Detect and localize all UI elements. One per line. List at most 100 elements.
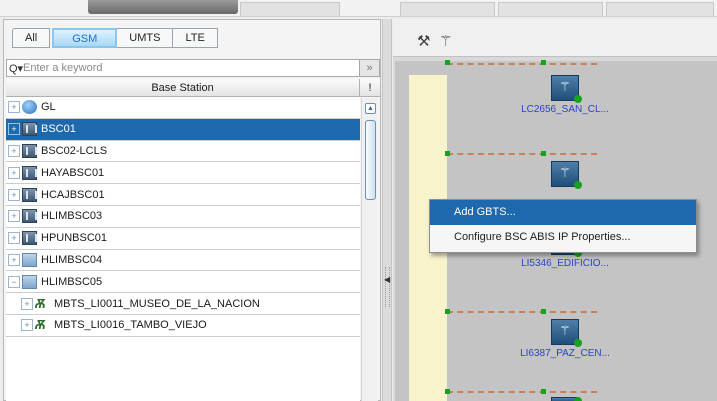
expand-toggle-icon[interactable]: + xyxy=(8,253,20,266)
tree-row-gl[interactable]: + GL xyxy=(6,97,360,119)
tree-row-hlimbsc04[interactable]: + HLIMBSC04 xyxy=(6,250,360,272)
tree-row-label: BSC02-LCLS xyxy=(41,144,108,157)
status-dot xyxy=(445,151,450,156)
base-station-tree: + GL + BSC01 + BSC02-LCLS + HAYABSC01 + … xyxy=(6,97,360,401)
antenna-person-icon[interactable]: ⚚ xyxy=(439,32,452,50)
tree-row-label: HLIMBSC05 xyxy=(41,275,103,288)
expand-toggle-icon[interactable]: + xyxy=(8,232,20,245)
tree-row-hcajbsc01[interactable]: + HCAJBSC01 xyxy=(6,184,360,206)
network-type-tabs: All GSM UMTS LTE xyxy=(12,28,218,48)
scrollbar-thumb[interactable] xyxy=(365,120,376,200)
bsc-icon xyxy=(22,209,37,224)
top-tab-active[interactable] xyxy=(88,0,238,14)
tree-row-label: HPUNBSC01 xyxy=(41,232,108,245)
site-node[interactable]: ⚚ xyxy=(500,161,630,190)
splitter-arrow-icon[interactable]: ◀ xyxy=(384,275,390,284)
link-line xyxy=(447,153,597,155)
mbts-icon: Ѫ xyxy=(35,295,46,311)
status-dot xyxy=(541,309,546,314)
expand-toggle-icon[interactable]: + xyxy=(8,101,20,114)
bsc-icon xyxy=(22,122,37,137)
status-dot xyxy=(445,309,450,314)
status-dot xyxy=(541,389,546,394)
link-line xyxy=(447,63,597,65)
tree-row-label: HCAJBSC01 xyxy=(41,188,105,201)
search-input[interactable] xyxy=(23,62,359,74)
bsc-icon xyxy=(22,187,37,202)
tree-row-label: BSC01 xyxy=(41,123,76,136)
expand-toggle-icon[interactable]: + xyxy=(8,210,20,223)
menu-item-add-gbts[interactable]: Add GBTS... xyxy=(430,200,696,225)
tree-row-label: MBTS_LI0016_TAMBO_VIEJO xyxy=(54,319,207,332)
tree-scrollbar[interactable]: ▲ xyxy=(361,98,378,401)
tree-row-label: MBTS_LI0011_MUSEO_DE_LA_NACION xyxy=(54,297,260,310)
bsc-icon xyxy=(22,231,37,246)
tree-row-bsc01[interactable]: + BSC01 xyxy=(6,118,360,141)
splitter-grip[interactable] xyxy=(385,267,390,307)
top-tab[interactable] xyxy=(400,2,495,16)
top-tab[interactable] xyxy=(498,2,603,16)
bsc-icon xyxy=(22,274,37,289)
tree-row-label: HAYABSC01 xyxy=(41,166,105,179)
panel-splitter[interactable]: ◀ xyxy=(382,19,392,401)
tree-row-hlimbsc05[interactable]: − HLIMBSC05 xyxy=(6,271,360,294)
tab-umts[interactable]: UMTS xyxy=(117,28,174,48)
top-tab[interactable] xyxy=(240,2,340,16)
mbts-icon: Ѫ xyxy=(35,317,46,333)
column-header-base-station[interactable]: Base Station xyxy=(6,79,360,96)
context-menu: Add GBTS... Configure BSC ABIS IP Proper… xyxy=(429,199,697,253)
site-node[interactable]: ⚚ LI6387_PAZ_CEN... xyxy=(500,319,630,359)
status-dot xyxy=(541,151,546,156)
expand-toggle-icon[interactable]: + xyxy=(8,123,20,136)
link-line xyxy=(447,311,597,313)
tab-all[interactable]: All xyxy=(12,28,51,48)
tab-lte[interactable]: LTE xyxy=(173,28,218,48)
search-box: Q▾ xyxy=(6,59,360,77)
base-station-icon[interactable]: ⚚ xyxy=(551,161,582,189)
tree-row-hlimbsc03[interactable]: + HLIMBSC03 xyxy=(6,206,360,228)
collapse-panel-button[interactable]: » xyxy=(360,59,380,77)
base-station-icon[interactable]: ⚚ xyxy=(551,319,582,347)
tree-row-mbts-li0011[interactable]: + Ѫ MBTS_LI0011_MUSEO_DE_LA_NACION xyxy=(6,293,360,315)
tree-row-label: HLIMBSC03 xyxy=(41,210,103,223)
wrench-person-icon[interactable]: ⚒ xyxy=(417,32,430,50)
status-dot xyxy=(445,60,450,65)
globe-icon xyxy=(22,100,37,115)
table-header: Base Station ! xyxy=(6,79,380,97)
bsc-icon xyxy=(22,252,37,267)
site-label[interactable]: LI6387_PAZ_CEN... xyxy=(500,348,630,359)
search-row: Q▾ » xyxy=(6,59,380,77)
scroll-up-arrow-icon[interactable]: ▲ xyxy=(365,103,376,114)
link-line xyxy=(447,391,597,393)
top-strip xyxy=(0,0,717,17)
tree-row-label: HLIMBSC04 xyxy=(41,253,103,266)
site-label[interactable]: LI5346_EDIFICIO... xyxy=(500,258,630,269)
site-node[interactable] xyxy=(500,397,630,401)
status-dot xyxy=(445,389,450,394)
collapse-toggle-icon[interactable]: − xyxy=(8,275,20,288)
expand-toggle-icon[interactable]: + xyxy=(21,319,33,332)
bsc-icon xyxy=(22,143,37,158)
menu-item-configure-abis-ip[interactable]: Configure BSC ABIS IP Properties... xyxy=(430,225,696,250)
tree-row-hayabsc01[interactable]: + HAYABSC01 xyxy=(6,162,360,185)
expand-toggle-icon[interactable]: + xyxy=(21,297,33,310)
tree-row-bsc02-lcls[interactable]: + BSC02-LCLS xyxy=(6,141,360,163)
top-tab[interactable] xyxy=(606,2,714,16)
base-station-icon[interactable] xyxy=(551,397,582,401)
topology-toolbar: ⚒ ⚚ xyxy=(393,19,717,57)
expand-toggle-icon[interactable]: + xyxy=(8,144,20,157)
expand-toggle-icon[interactable]: + xyxy=(8,166,20,179)
base-station-panel: All GSM UMTS LTE Q▾ » Base Station ! + G… xyxy=(3,19,381,401)
bsc-icon xyxy=(22,165,37,180)
base-station-icon[interactable]: ⚚ xyxy=(551,75,582,103)
expand-toggle-icon[interactable]: + xyxy=(8,188,20,201)
site-label[interactable]: LC2656_SAN_CL... xyxy=(500,104,630,115)
tree-row-label: GL xyxy=(41,101,56,114)
tree-row-mbts-li0016[interactable]: + Ѫ MBTS_LI0016_TAMBO_VIEJO xyxy=(6,315,360,337)
status-dot xyxy=(541,60,546,65)
column-header-flag[interactable]: ! xyxy=(360,79,380,96)
tree-row-hpunbsc01[interactable]: + HPUNBSC01 xyxy=(6,228,360,250)
tab-gsm[interactable]: GSM xyxy=(52,28,118,48)
magnifier-dropdown-icon[interactable]: Q▾ xyxy=(9,62,23,75)
site-node[interactable]: ⚚ LC2656_SAN_CL... xyxy=(500,75,630,115)
